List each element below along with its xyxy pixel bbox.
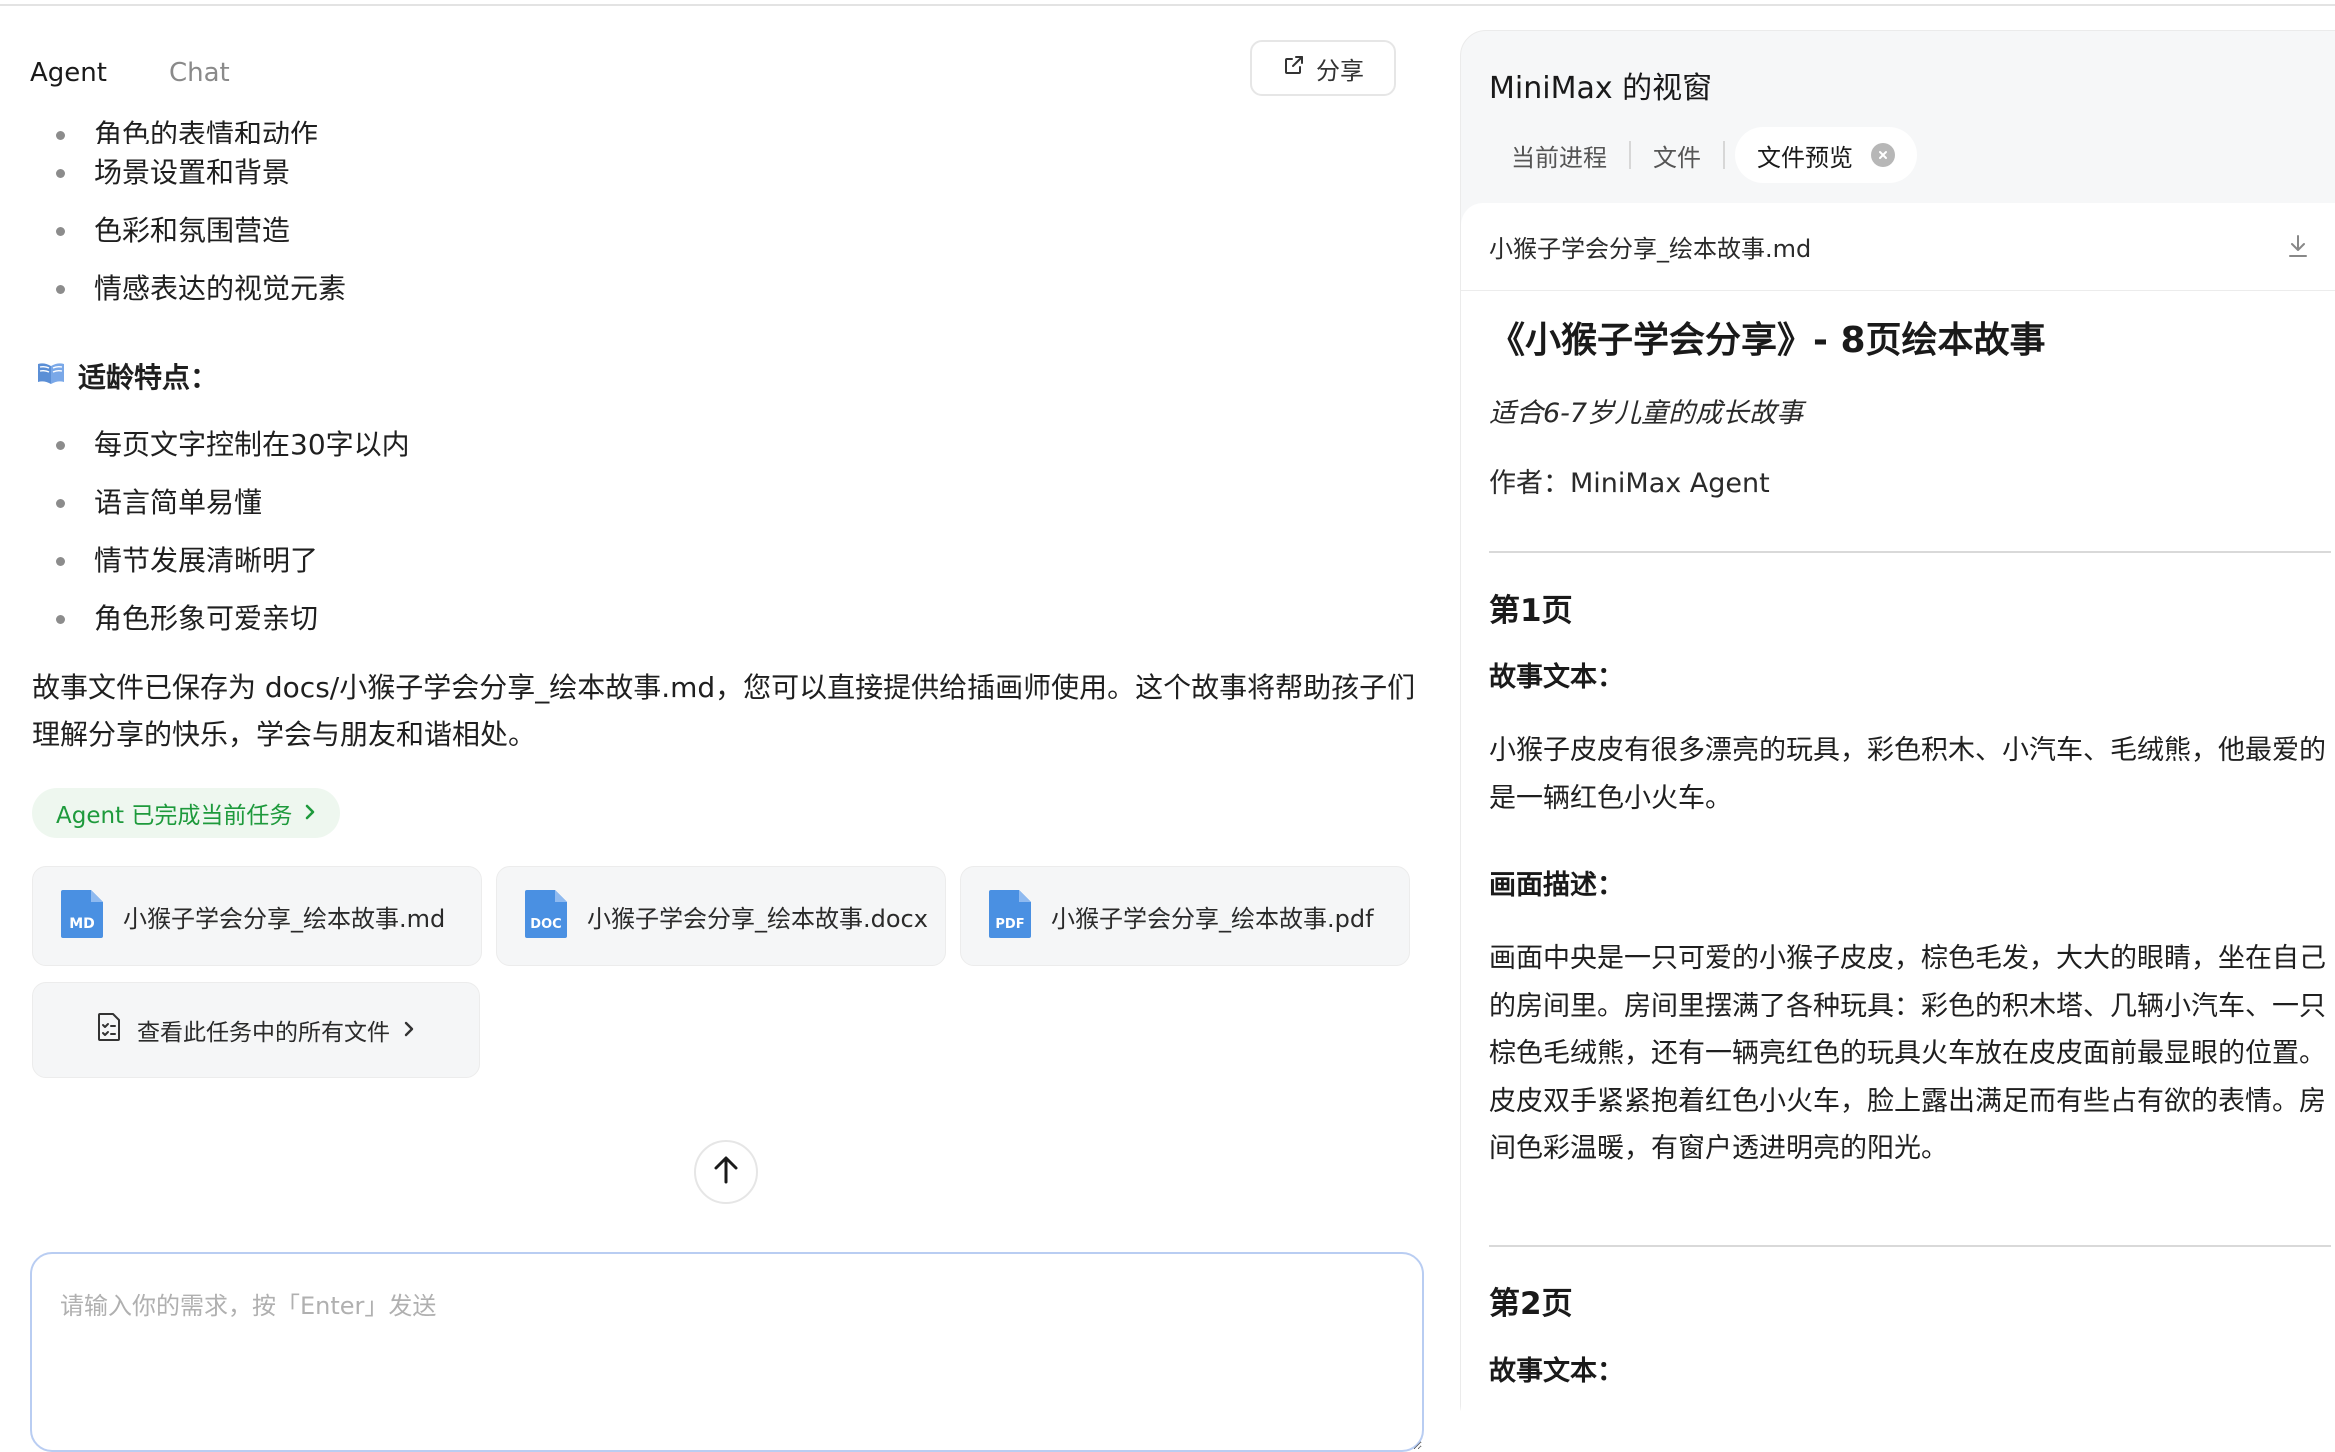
visual-elements-list: 角色的表情和动作 场景设置和背景 色彩和氛围营造 情感表达的视觉元素 [54,106,346,318]
scene-description-label: 画面描述： [1489,870,1624,901]
summary-paragraph: 故事文件已保存为 docs/小猴子学会分享_绘本故事.md，您可以直接提供给插画… [32,664,1432,758]
age-features-list: 每页文字控制在30字以内 语言简单易懂 情节发展清晰明了 角色形象可爱亲切 [54,416,410,648]
tab-agent[interactable]: Agent [30,58,107,88]
scene-description: 画面中央是一只可爱的小猴子皮皮，棕色毛发，大大的眼睛，坐在自己的房间里。房间里摆… [1489,943,2326,1164]
list-item: 色彩和氛围营造 [54,202,346,260]
share-button[interactable]: 分享 [1250,40,1396,96]
close-icon[interactable] [1871,143,1895,167]
tab-divider [1723,141,1725,169]
document-title: 《小猴子学会分享》- 8页绘本故事 [1489,320,2046,361]
age-features-heading: 适龄特点： [36,356,218,396]
list-item: 每页文字控制在30字以内 [54,416,410,474]
file-card-md[interactable]: MD 小猴子学会分享_绘本故事.md [32,866,482,966]
message-input[interactable] [30,1252,1424,1452]
divider [1489,551,2331,553]
page-heading: 第1页 [1489,593,1573,629]
list-item: 情感表达的视觉元素 [54,260,346,318]
svg-text:DOC: DOC [530,917,561,932]
scroll-to-top-button[interactable] [694,1140,758,1204]
document-author: 作者：MiniMax Agent [1489,468,1770,499]
task-complete-label: Agent 已完成当前任务 [56,803,293,829]
file-list-icon [95,1012,123,1048]
file-name: 小猴子学会分享_绘本故事.md [123,904,446,933]
file-name: 小猴子学会分享_绘本故事.pdf [1051,904,1374,933]
task-complete-badge[interactable]: Agent 已完成当前任务 [32,788,341,838]
panel-tabs: 当前进程 文件 文件预览 [1489,127,1917,183]
chevron-right-icon [304,800,316,826]
summary-line: 理解分享的快乐，学会与朋友和谐相处。 [32,718,537,751]
file-card-pdf[interactable]: PDF 小猴子学会分享_绘本故事.pdf [960,866,1410,966]
arrow-up-icon [713,1155,739,1189]
pdf-file-icon: PDF [987,888,1033,944]
open-book-icon [36,360,66,393]
divider [1489,1245,2331,1247]
list-item: 场景设置和背景 [54,144,346,202]
chevron-right-icon [404,1017,414,1043]
svg-text:PDF: PDF [995,917,1024,932]
story-text: 小猴子皮皮有很多漂亮的玩具，彩色积木、小汽车、毛绒熊，他最爱的是一辆红色小火车。 [1489,735,2326,814]
preview-header: 小猴子学会分享_绘本故事.md [1461,203,2335,291]
page-heading: 第2页 [1489,1286,1573,1322]
file-card-docx[interactable]: DOC 小猴子学会分享_绘本故事.docx [496,866,946,966]
share-icon [1282,53,1306,83]
file-preview: 小猴子学会分享_绘本故事.md 《小猴子学会分享》- 8页绘本故事 适合6-7岁… [1461,203,2335,1433]
file-name: 小猴子学会分享_绘本故事.docx [587,904,928,933]
list-item: 情节发展清晰明了 [54,532,410,590]
svg-text:MD: MD [69,916,95,932]
view-all-files-label: 查看此任务中的所有文件 [137,1020,390,1046]
list-item: 角色形象可爱亲切 [54,590,410,648]
chat-area: Agent Chat 分享 角色的表情和动作 场景设置和背景 色彩和氛围营造 情… [0,6,1432,1452]
share-label: 分享 [1316,56,1364,85]
preview-file-name: 小猴子学会分享_绘本故事.md [1489,235,1812,263]
mode-tabs: Agent Chat [30,48,292,98]
minimax-window-panel: MiniMax 的视窗 当前进程 文件 文件预览 小猴子学会分享_绘本故事.md… [1460,30,2335,1433]
tab-file-preview-label: 文件预览 [1757,143,1853,172]
tab-chat[interactable]: Chat [169,58,230,88]
section-title: 适龄特点： [78,361,219,394]
story-text-label: 故事文本： [1489,662,1624,693]
list-item: 角色的表情和动作 [54,106,346,144]
panel-title: MiniMax 的视窗 [1489,71,1713,106]
download-icon[interactable] [2287,233,2309,263]
tab-file-preview[interactable]: 文件预览 [1735,127,1917,183]
tab-files[interactable]: 文件 [1631,127,1723,183]
summary-line: 故事文件已保存为 docs/小猴子学会分享_绘本故事.md，您可以直接提供给插画… [32,671,1416,704]
list-item: 语言简单易懂 [54,474,410,532]
markdown-file-icon: MD [59,888,105,944]
tab-current-progress[interactable]: 当前进程 [1489,127,1629,183]
document-subtitle: 适合6-7岁儿童的成长故事 [1489,398,1804,429]
story-text-label: 故事文本： [1489,1356,1624,1387]
word-file-icon: DOC [523,888,569,944]
view-all-files-button[interactable]: 查看此任务中的所有文件 [32,982,480,1078]
